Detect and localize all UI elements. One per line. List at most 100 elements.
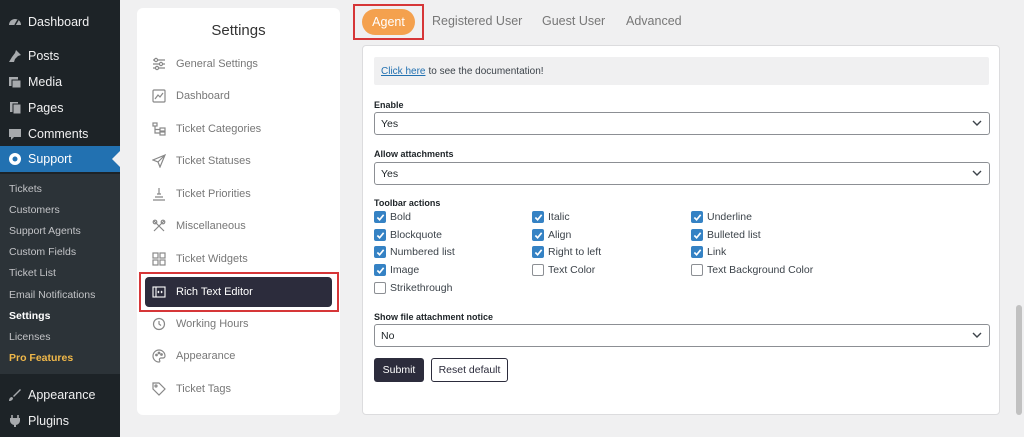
checkbox-checked-icon[interactable]	[374, 229, 386, 241]
brush-icon	[8, 388, 22, 402]
submit-button[interactable]: Submit	[374, 358, 424, 382]
nav-appearance[interactable]: Appearance	[145, 341, 332, 371]
allow-attachments-label: Allow attachments	[374, 149, 454, 159]
toolbar-option[interactable]: Image	[374, 264, 419, 276]
toolbar-option[interactable]: Align	[532, 229, 571, 241]
tree-icon	[151, 121, 167, 137]
toolbar-option[interactable]: Right to left	[532, 246, 601, 258]
menu-pages[interactable]: Pages	[0, 95, 120, 121]
toolbar-option[interactable]: Italic	[532, 211, 570, 223]
nav-label: Working Hours	[176, 318, 249, 330]
nav-label: Ticket Categories	[176, 123, 262, 135]
checkbox-checked-icon[interactable]	[691, 246, 703, 258]
comment-icon	[8, 127, 22, 141]
tab-registered-user[interactable]: Registered User	[432, 14, 522, 28]
menu-label: Dashboard	[28, 15, 90, 29]
submenu-item[interactable]: Ticket List	[9, 267, 56, 279]
submenu-item[interactable]: Support Agents	[9, 225, 81, 237]
submenu-item[interactable]: Licenses	[9, 331, 50, 343]
checkbox-checked-icon[interactable]	[691, 229, 703, 241]
allow-attachments-select[interactable]: Yes	[374, 162, 990, 185]
menu-posts[interactable]: Posts	[0, 43, 120, 69]
lifebuoy-icon	[8, 152, 22, 166]
plug-icon	[8, 414, 22, 428]
menu-plugins[interactable]: Plugins	[0, 408, 120, 434]
tab-guest-user[interactable]: Guest User	[542, 14, 605, 28]
tab-advanced[interactable]: Advanced	[626, 14, 682, 28]
checkbox-unchecked-icon[interactable]	[691, 264, 703, 276]
toolbar-option[interactable]: Blockquote	[374, 229, 442, 241]
checkbox-checked-icon[interactable]	[532, 211, 544, 223]
nav-ticket-widgets[interactable]: Ticket Widgets	[145, 244, 332, 274]
nav-ticket-priorities[interactable]: Ticket Priorities	[145, 179, 332, 209]
enable-select[interactable]: Yes	[374, 112, 990, 135]
checkbox-checked-icon[interactable]	[532, 229, 544, 241]
checkbox-checked-icon[interactable]	[374, 246, 386, 258]
nav-dashboard[interactable]: Dashboard	[145, 81, 332, 111]
tag-icon	[151, 381, 167, 397]
toolbar-option-label: Text Color	[548, 264, 596, 276]
toolbar-option-label: Underline	[707, 211, 752, 223]
toolbar-option-label: Strikethrough	[390, 282, 453, 294]
toolbar-option-label: Link	[707, 246, 727, 258]
toolbar-option[interactable]: Bulleted list	[691, 229, 761, 241]
nav-label: General Settings	[176, 58, 258, 70]
menu-comments[interactable]: Comments	[0, 121, 120, 147]
checkbox-checked-icon[interactable]	[374, 264, 386, 276]
checkbox-checked-icon[interactable]	[532, 246, 544, 258]
nav-ticket-statuses[interactable]: Ticket Statuses	[145, 146, 332, 176]
submenu-item[interactable]: Tickets	[9, 183, 42, 195]
submenu-item[interactable]: Custom Fields	[9, 246, 76, 258]
checkbox-unchecked-icon[interactable]	[532, 264, 544, 276]
scrollbar[interactable]	[1014, 0, 1024, 437]
toolbar-option[interactable]: Strikethrough	[374, 282, 452, 294]
nav-label: Ticket Priorities	[176, 188, 251, 200]
checkbox-checked-icon[interactable]	[374, 211, 386, 223]
toolbar-option-label: Italic	[548, 211, 570, 223]
nav-miscellaneous[interactable]: Miscellaneous	[145, 211, 332, 241]
nav-ticket-categories[interactable]: Ticket Categories	[145, 114, 332, 144]
nav-label: Ticket Widgets	[176, 253, 248, 265]
enable-label: Enable	[374, 100, 404, 110]
toolbar-option-label: Bold	[390, 211, 412, 223]
toolbar-option-label: Image	[390, 264, 420, 276]
submenu-item-pro[interactable]: Pro Features	[9, 352, 73, 364]
toolbar-option[interactable]: Underline	[691, 211, 752, 223]
nav-ticket-tags[interactable]: Ticket Tags	[145, 374, 332, 404]
submenu-item[interactable]: Email Notifications	[9, 289, 95, 301]
file-notice-label: Show file attachment notice	[374, 312, 494, 322]
media-icon	[8, 75, 22, 89]
checkbox-unchecked-icon[interactable]	[374, 282, 386, 294]
menu-media[interactable]: Media	[0, 69, 120, 95]
toolbar-option[interactable]: Numbered list	[374, 246, 455, 258]
pages-icon	[8, 101, 22, 115]
nav-general-settings[interactable]: General Settings	[145, 49, 332, 79]
submenu-item[interactable]: Customers	[9, 204, 60, 216]
menu-dashboard[interactable]: Dashboard	[0, 9, 120, 35]
chart-icon	[151, 88, 167, 104]
pin-icon	[8, 49, 22, 63]
editor-settings-form: Click here to see the documentation! Ena…	[362, 45, 1000, 415]
scrollbar-thumb[interactable]	[1016, 305, 1022, 415]
reset-default-button[interactable]: Reset default	[431, 358, 508, 382]
menu-appearance[interactable]: Appearance	[0, 382, 120, 408]
menu-support[interactable]: Support	[0, 146, 120, 172]
widgets-icon	[151, 251, 167, 267]
wp-admin-menu: Dashboard Posts Media Pages Comments Sup…	[0, 0, 120, 437]
toolbar-option-label: Numbered list	[390, 246, 455, 258]
allow-attachments-value: Yes	[381, 167, 399, 180]
toolbar-option-label: Align	[548, 229, 572, 241]
menu-label: Media	[28, 75, 63, 89]
menu-label: Posts	[28, 49, 60, 63]
toolbar-option[interactable]: Text Background Color	[691, 264, 813, 276]
submenu-item-settings[interactable]: Settings	[9, 310, 50, 322]
toolbar-option[interactable]: Link	[691, 246, 726, 258]
toolbar-actions-label: Toolbar actions	[374, 198, 441, 208]
toolbar-option[interactable]: Bold	[374, 211, 411, 223]
checkbox-checked-icon[interactable]	[691, 211, 703, 223]
toolbar-option[interactable]: Text Color	[532, 264, 595, 276]
file-notice-select[interactable]: No	[374, 324, 990, 347]
documentation-link[interactable]: Click here	[381, 66, 425, 77]
menu-label: Pages	[28, 101, 64, 115]
nav-working-hours[interactable]: Working Hours	[145, 309, 332, 339]
